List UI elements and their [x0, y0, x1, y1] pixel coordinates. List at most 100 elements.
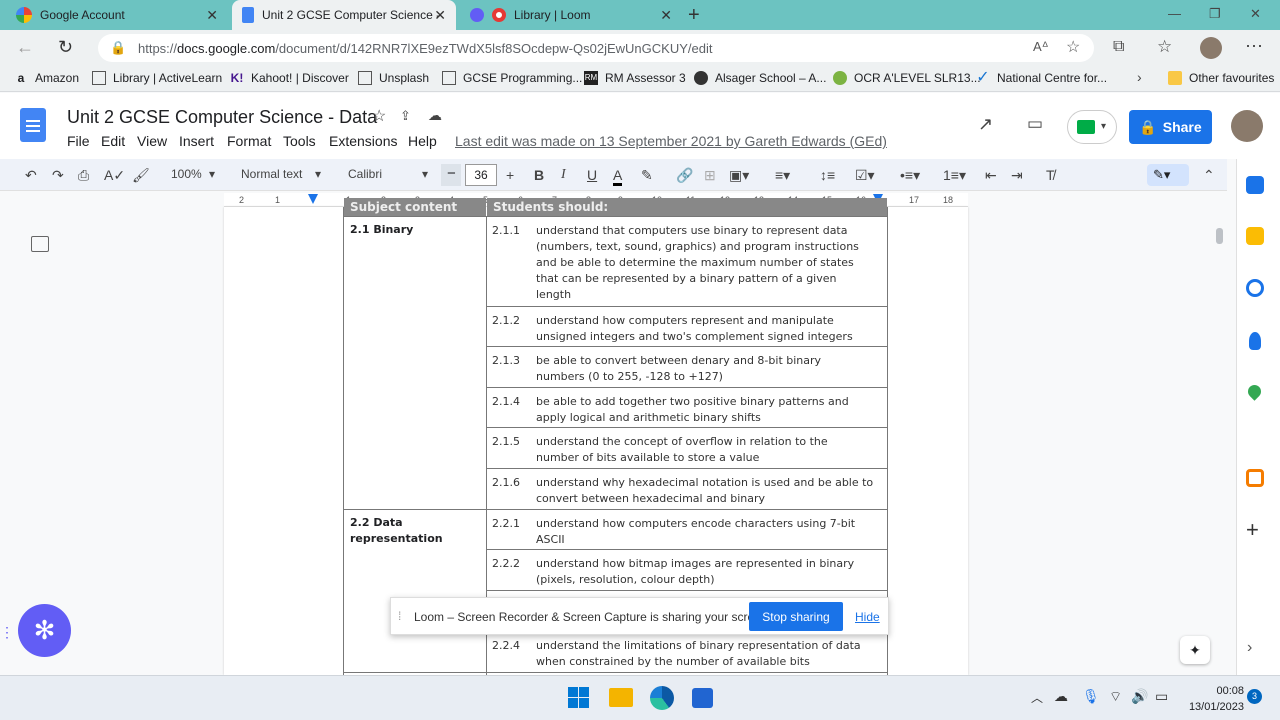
keep-icon[interactable]: [1246, 227, 1264, 245]
chevron-right-icon[interactable]: ›: [1137, 69, 1142, 85]
line-spacing-icon[interactable]: ↕≡: [820, 167, 835, 183]
last-edit-link[interactable]: Last edit was made on 13 September 2021 …: [455, 133, 887, 149]
zoom-select[interactable]: 100%: [171, 167, 202, 181]
close-icon[interactable]: ✕: [660, 7, 672, 24]
extensions-icon[interactable]: ⧉: [1113, 38, 1124, 56]
clear-formatting-icon[interactable]: T̸: [1046, 167, 1055, 183]
menu-file[interactable]: File: [67, 133, 90, 149]
onedrive-icon[interactable]: ☁: [1054, 688, 1068, 705]
loom-record-button[interactable]: ✻: [18, 604, 71, 657]
notifications-badge[interactable]: 3: [1247, 689, 1262, 704]
back-icon[interactable]: ←: [16, 37, 34, 58]
comment-add-icon[interactable]: ⊞: [704, 167, 716, 183]
calendar-icon[interactable]: [1246, 176, 1264, 194]
close-icon[interactable]: ✕: [434, 7, 446, 24]
docs-logo-icon[interactable]: [20, 108, 46, 142]
meet-button[interactable]: ▾: [1067, 110, 1117, 144]
hide-menus-icon[interactable]: ⌃: [1203, 167, 1215, 183]
font-select[interactable]: Calibri: [348, 167, 382, 181]
increase-font-icon[interactable]: +: [506, 167, 514, 183]
tab-google-account[interactable]: Google Account ✕: [6, 0, 228, 30]
font-size-input[interactable]: 36: [465, 164, 497, 186]
favourite-star-icon[interactable]: ☆: [1066, 37, 1080, 57]
menu-edit[interactable]: Edit: [101, 133, 125, 149]
editing-mode-button[interactable]: ✎▾: [1147, 164, 1189, 186]
menu-extensions[interactable]: Extensions: [329, 133, 397, 149]
profile-avatar[interactable]: [1200, 37, 1222, 59]
account-avatar[interactable]: [1231, 110, 1263, 142]
restore-icon[interactable]: ❐: [1209, 6, 1221, 22]
menu-view[interactable]: View: [137, 133, 167, 149]
bookmark-kahoot[interactable]: K! Kahoot! | Discover: [230, 71, 349, 85]
redo-icon[interactable]: ↷: [52, 167, 64, 183]
minimize-icon[interactable]: —: [1168, 6, 1181, 21]
volume-icon[interactable]: 🔊: [1131, 688, 1148, 705]
document-title[interactable]: Unit 2 GCSE Computer Science - Data: [67, 107, 377, 128]
undo-icon[interactable]: ↶: [25, 167, 37, 183]
bookmark-unsplash[interactable]: Unsplash: [358, 71, 429, 85]
menu-tools[interactable]: Tools: [283, 133, 316, 149]
numbered-list-icon[interactable]: 1≡▾: [943, 167, 966, 183]
insert-image-icon[interactable]: ▣▾: [729, 167, 749, 183]
close-icon[interactable]: ✕: [206, 7, 218, 24]
spellcheck-icon[interactable]: A✓: [104, 167, 125, 183]
refresh-icon[interactable]: ↻: [58, 37, 73, 58]
more-menu-icon[interactable]: ⋯: [1245, 36, 1263, 57]
text-color-icon[interactable]: A: [613, 167, 623, 186]
bookmark-rm-assessor[interactable]: RM RM Assessor 3: [584, 71, 686, 85]
underline-icon[interactable]: U: [587, 167, 597, 183]
style-select[interactable]: Normal text: [241, 167, 302, 181]
comments-icon[interactable]: ▭: [1027, 114, 1043, 134]
tasks-icon[interactable]: [1246, 279, 1264, 297]
bookmark-national-centre[interactable]: ✓ National Centre for...: [976, 70, 1107, 86]
chevron-down-icon[interactable]: ▾: [315, 167, 321, 181]
menu-format[interactable]: Format: [227, 133, 271, 149]
read-aloud-icon[interactable]: Aᐞ: [1033, 39, 1049, 55]
clock[interactable]: 00:08 13/01/2023: [1180, 683, 1244, 715]
explore-icon[interactable]: ✦: [1180, 636, 1210, 664]
menu-help[interactable]: Help: [408, 133, 437, 149]
align-icon[interactable]: ≡▾: [775, 167, 790, 183]
checklist-icon[interactable]: ☑▾: [855, 167, 875, 183]
scrollbar-thumb[interactable]: [1216, 228, 1223, 244]
chevron-up-icon[interactable]: ︿: [1031, 689, 1043, 706]
star-icon[interactable]: ☆: [372, 106, 386, 126]
italic-icon[interactable]: I: [561, 167, 566, 183]
microphone-icon[interactable]: 🎙: [1082, 688, 1100, 705]
store-icon[interactable]: [692, 688, 713, 708]
address-bar[interactable]: 🔒 https://docs.google.com/document/d/142…: [98, 34, 1094, 62]
bookmark-activelearn[interactable]: Library | ActiveLearn: [92, 71, 222, 85]
tab-unit-2-gcse[interactable]: Unit 2 GCSE Computer Science - ✕: [232, 0, 456, 30]
stop-sharing-button[interactable]: Stop sharing: [749, 602, 843, 631]
tab-library-loom[interactable]: Library | Loom ✕: [460, 0, 682, 30]
get-addons-icon[interactable]: +: [1246, 517, 1259, 543]
battery-icon[interactable]: ▭: [1155, 688, 1168, 705]
bulleted-list-icon[interactable]: •≡▾: [900, 167, 920, 183]
decrease-font-button[interactable]: −: [441, 164, 461, 186]
expand-panel-icon[interactable]: ›: [1247, 639, 1252, 657]
highlight-icon[interactable]: ✎: [641, 167, 653, 183]
link-icon[interactable]: 🔗: [676, 167, 693, 183]
bookmark-gcse-programming[interactable]: GCSE Programming...: [442, 71, 582, 85]
favourites-icon[interactable]: ☆: [1157, 37, 1172, 57]
print-icon[interactable]: ⎙: [78, 167, 89, 183]
menu-insert[interactable]: Insert: [179, 133, 214, 149]
decrease-indent-icon[interactable]: ⇤: [985, 167, 997, 183]
drag-handle-icon[interactable]: ⁞: [398, 609, 401, 623]
new-tab-icon[interactable]: +: [688, 4, 700, 27]
file-explorer-icon[interactable]: [609, 688, 633, 707]
document-outline-icon[interactable]: [31, 236, 49, 252]
contacts-icon[interactable]: [1249, 332, 1261, 350]
bookmark-ocr[interactable]: OCR A'LEVEL SLR13...: [833, 71, 981, 85]
move-folder-icon[interactable]: ⇪: [400, 108, 411, 124]
chevron-down-icon[interactable]: ▾: [422, 167, 428, 181]
bookmark-amazon[interactable]: a Amazon: [14, 71, 79, 85]
edge-icon[interactable]: [650, 686, 674, 710]
close-window-icon[interactable]: ✕: [1250, 6, 1261, 22]
activity-trend-icon[interactable]: ↗: [978, 114, 993, 135]
hide-button[interactable]: Hide: [855, 610, 880, 624]
paint-format-icon[interactable]: 🖌: [132, 167, 150, 183]
chevron-down-icon[interactable]: ▾: [209, 167, 215, 181]
bookmark-other-favourites[interactable]: Other favourites: [1168, 71, 1274, 85]
office-addon-icon[interactable]: [1246, 469, 1264, 487]
